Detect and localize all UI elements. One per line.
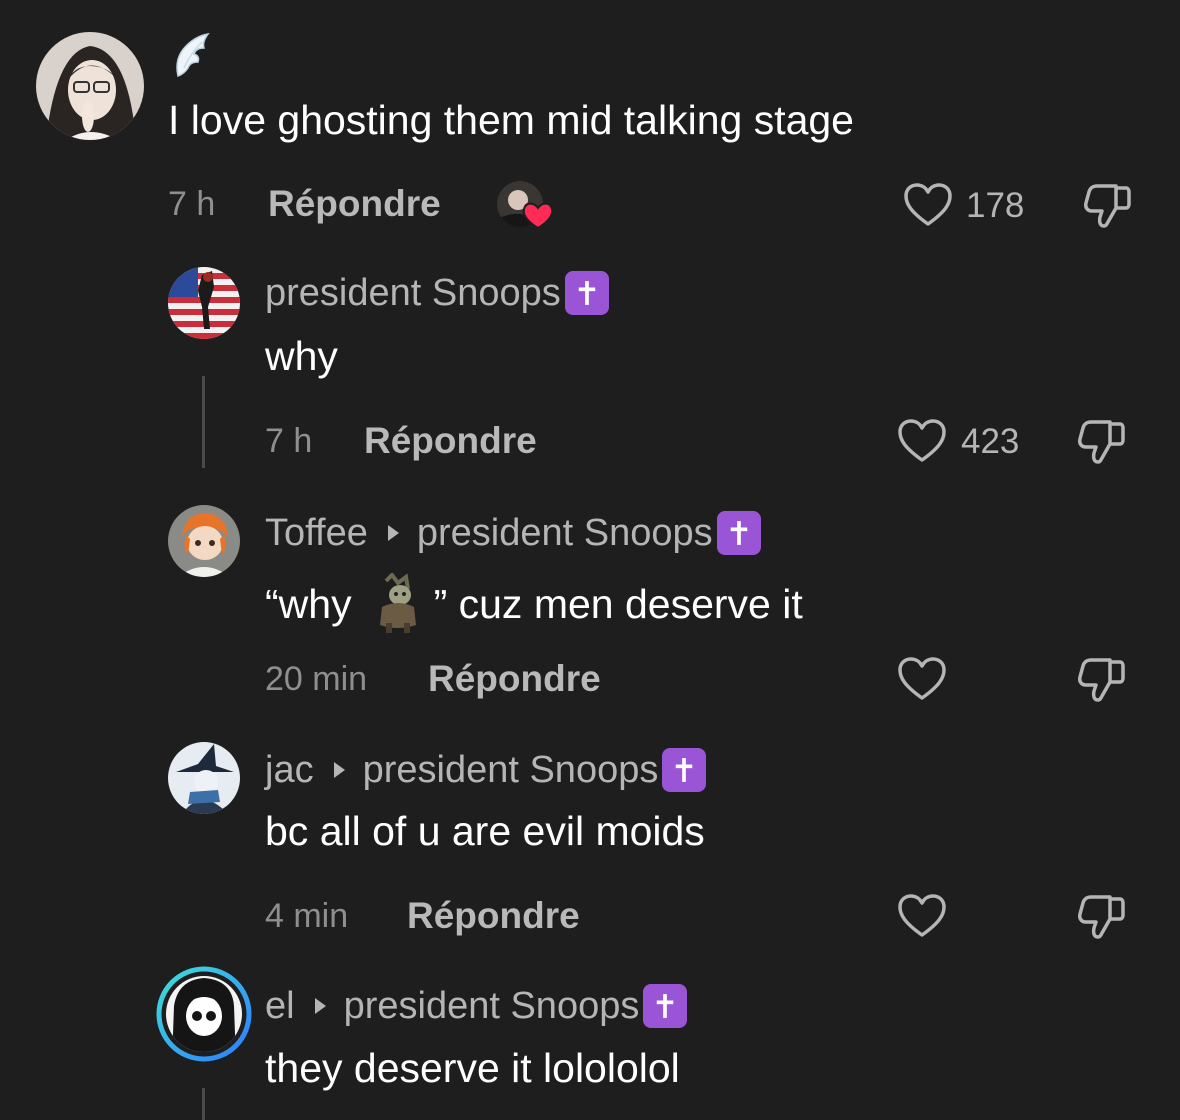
comment-text: they deserve it lolololol — [265, 1045, 680, 1091]
thumbs-down-icon[interactable] — [1076, 891, 1126, 941]
creator-liked-avatar — [496, 180, 556, 232]
reply-button[interactable]: Répondre — [364, 422, 537, 459]
reply-button[interactable]: Répondre — [268, 185, 441, 222]
latin-cross-icon — [643, 984, 688, 1028]
reply-to-username[interactable]: president Snoops — [417, 514, 713, 552]
reply-arrow-icon — [314, 998, 326, 1014]
reply-to-username[interactable]: president Snoops — [344, 987, 640, 1025]
like-count: 423 — [961, 422, 1020, 461]
latin-cross-icon — [564, 271, 609, 315]
troll-sticker-icon — [368, 571, 424, 635]
reply-button[interactable]: Répondre — [428, 660, 601, 697]
heart-outline-icon[interactable] — [903, 182, 953, 228]
comment-text: I love ghosting them mid talking stage — [168, 97, 854, 143]
comment-username-row: el president Snoops — [265, 984, 688, 1028]
like-count: 178 — [966, 186, 1025, 225]
comment-text: bc all of u are evil moids — [265, 808, 705, 854]
comment-username-row: Toffee president Snoops — [265, 511, 761, 555]
avatar-commenter-1[interactable] — [36, 32, 144, 140]
comment-text-end: ” cuz men deserve it — [433, 580, 803, 627]
reply-to-username[interactable]: president Snoops — [363, 751, 659, 789]
thumbs-down-icon[interactable] — [1076, 654, 1126, 704]
comment-timestamp: 7 h — [265, 422, 313, 460]
comment-timestamp: 20 min — [265, 660, 368, 698]
heart-outline-icon[interactable] — [897, 656, 947, 702]
thumbs-down-icon[interactable] — [1076, 416, 1126, 466]
latin-cross-icon — [716, 511, 761, 555]
comment-timestamp: 4 min — [265, 897, 349, 935]
heart-outline-icon[interactable] — [897, 893, 947, 939]
thumbs-down-icon[interactable] — [1082, 180, 1132, 230]
comment-text: why — [265, 333, 338, 379]
avatar-toffee[interactable] — [168, 505, 240, 577]
avatar-el-story-ring[interactable] — [156, 966, 252, 1062]
username-link[interactable]: Toffee — [265, 514, 368, 552]
thread-line — [202, 376, 205, 468]
angel-wing-icon — [172, 32, 212, 80]
heart-outline-icon[interactable] — [897, 418, 947, 464]
username-link[interactable]: jac — [265, 751, 314, 789]
reply-arrow-icon — [387, 525, 399, 541]
avatar-president-snoops[interactable] — [168, 267, 240, 339]
reply-button[interactable]: Répondre — [407, 897, 580, 934]
comment-text-start: “why — [265, 580, 352, 627]
latin-cross-icon — [662, 748, 707, 792]
username-link[interactable]: el — [265, 987, 295, 1025]
reply-arrow-icon — [333, 762, 345, 778]
thread-line — [202, 1088, 205, 1120]
username-link[interactable]: president Snoops — [265, 274, 561, 312]
comment-timestamp: 7 h — [168, 185, 216, 223]
comment-username-row: jac president Snoops — [265, 748, 707, 792]
comment-text-row: “why ” cuz men deserve it — [265, 571, 803, 635]
comment-username-row: president Snoops — [265, 271, 609, 315]
avatar-jac[interactable] — [168, 742, 240, 814]
